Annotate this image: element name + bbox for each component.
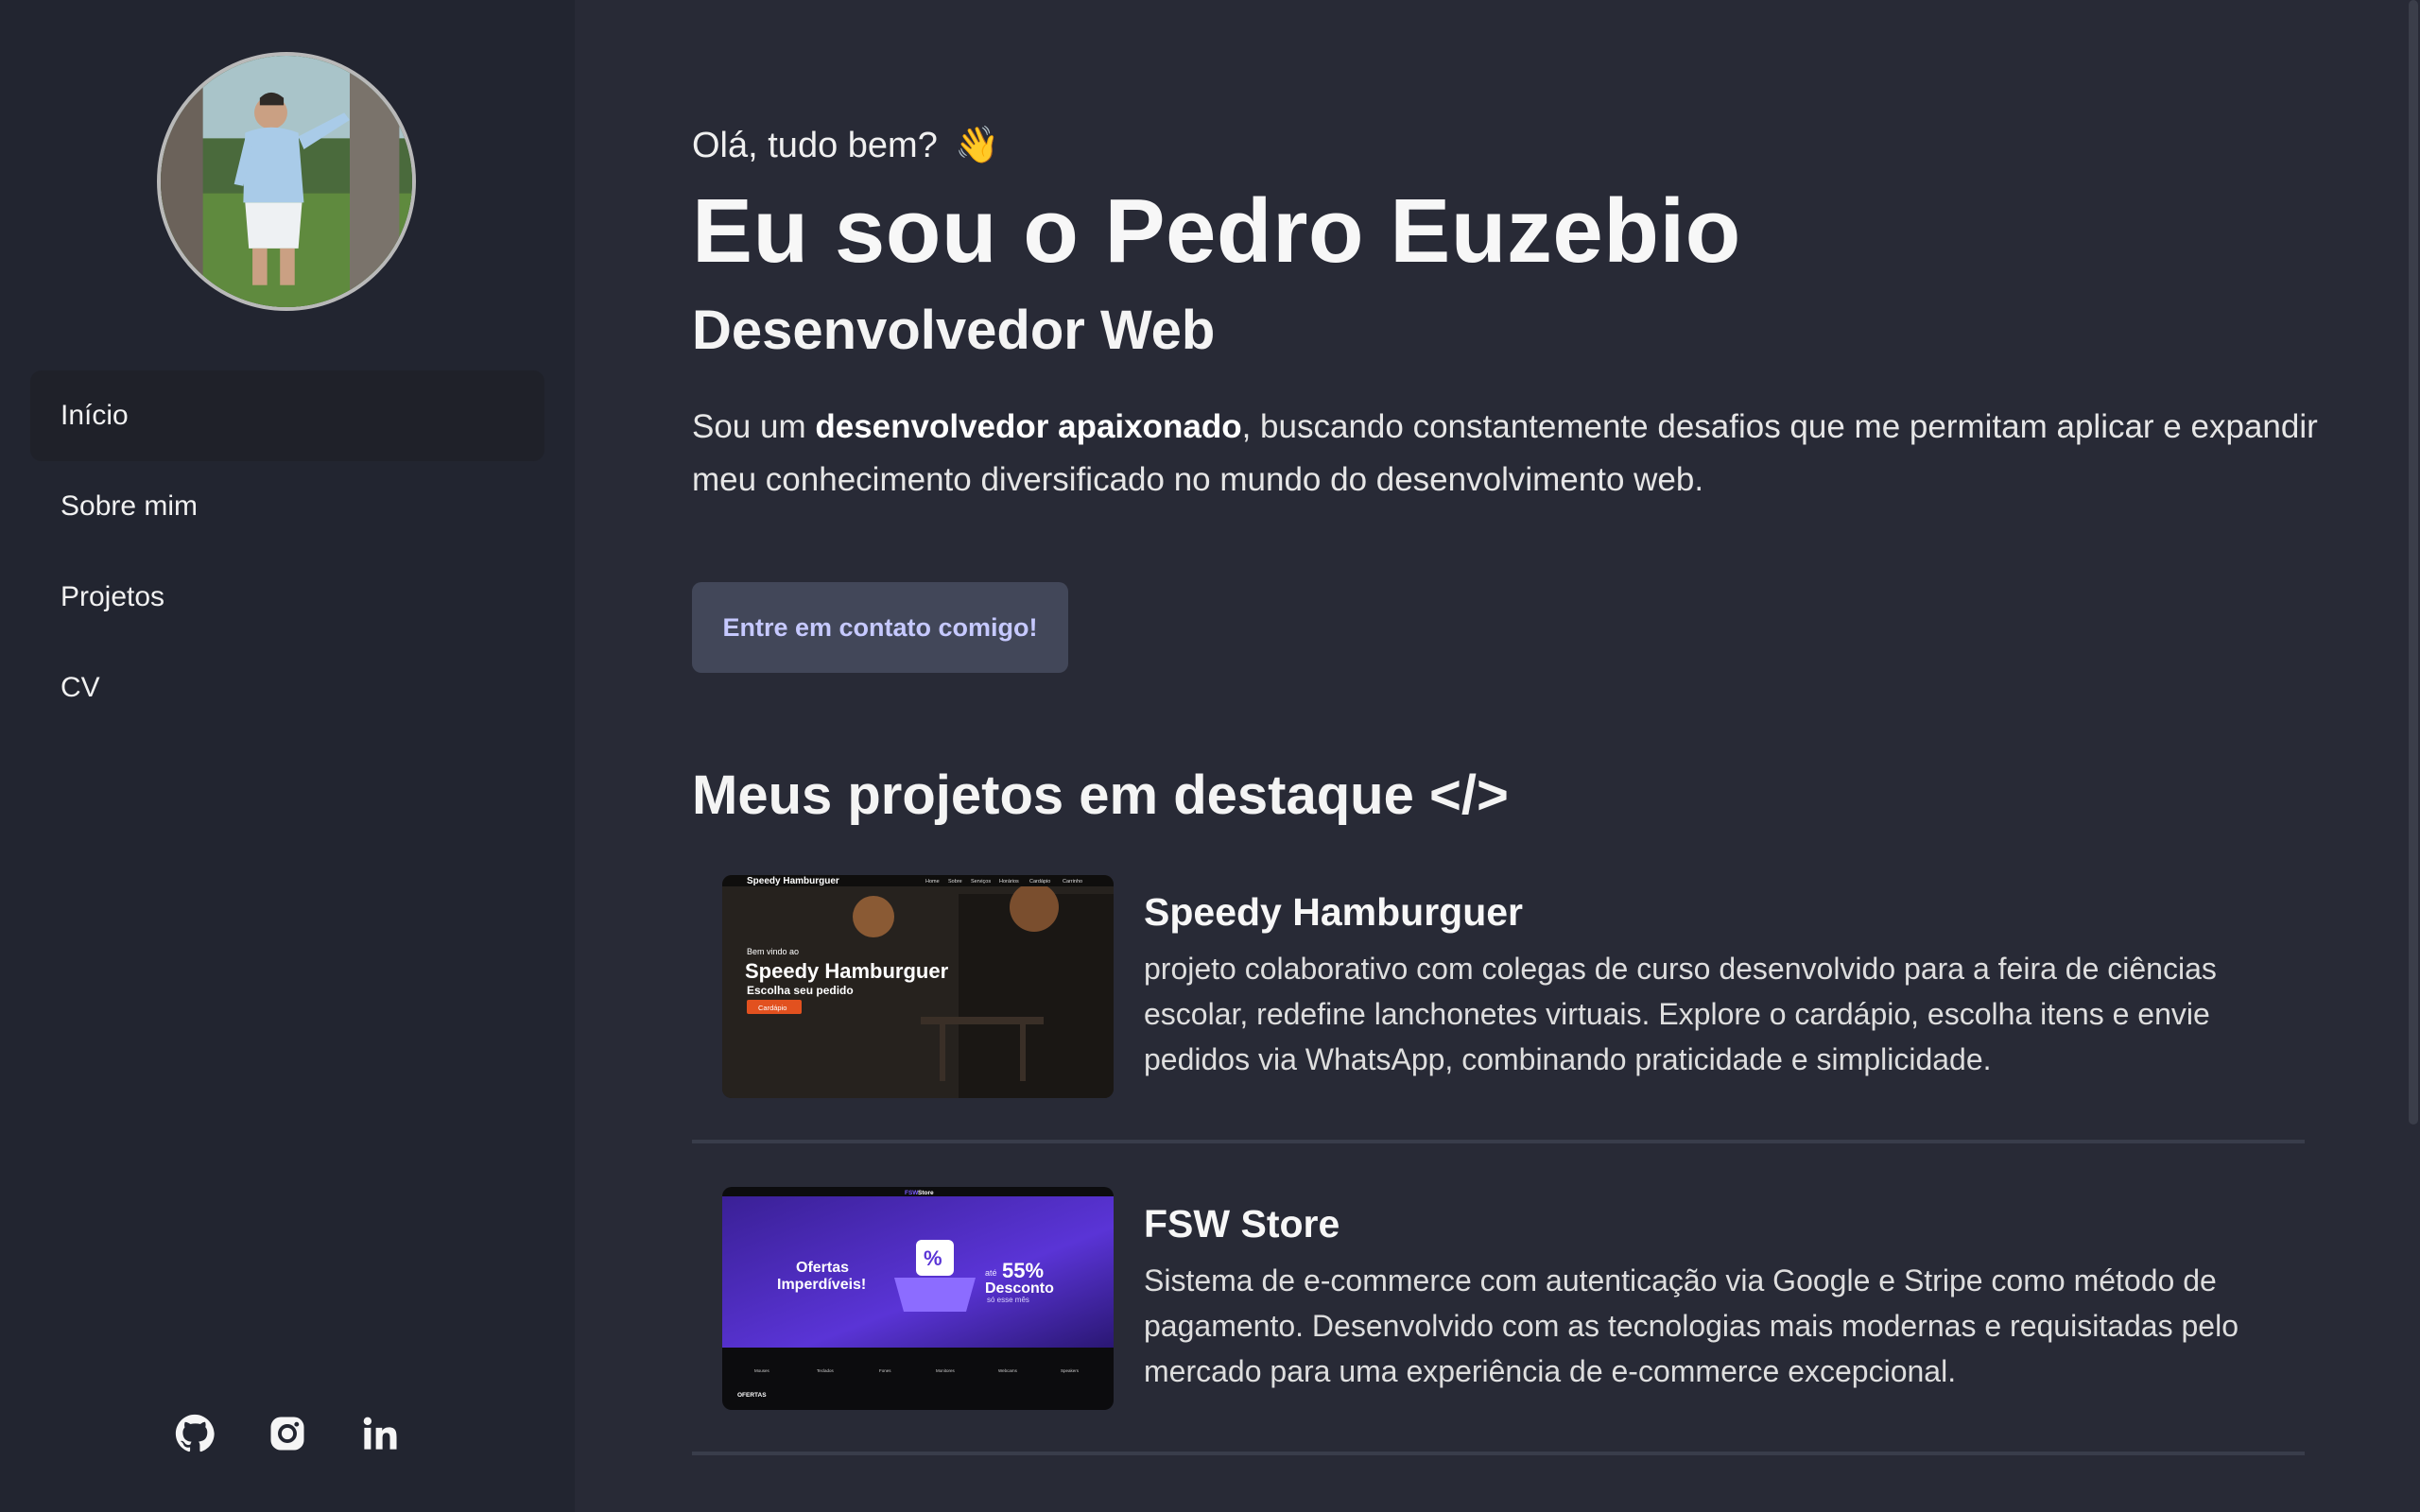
- sidebar-nav: Início Sobre mim Projetos CV: [30, 370, 544, 733]
- page: Início Sobre mim Projetos CV Olá, tudo b…: [0, 0, 2420, 1512]
- thumb-nav-item: Horários: [999, 879, 1019, 885]
- thumb-headline: Speedy Hamburguer: [745, 959, 949, 983]
- greeting-text: Olá, tudo bem?: [692, 126, 938, 165]
- sidebar: Início Sobre mim Projetos CV: [0, 0, 575, 1512]
- linkedin-icon[interactable]: [360, 1414, 400, 1453]
- page-subtitle: Desenvolvedor Web: [692, 300, 1216, 361]
- project-card-speedy-hamburguer[interactable]: Speedy Hamburguer Home Sobre Serviços Ho…: [692, 875, 2305, 1143]
- sidebar-item-label: CV: [60, 672, 100, 703]
- thumb-category: Monitores: [936, 1368, 956, 1373]
- main-content: Olá, tudo bem? 👋 Eu sou o Pedro Euzebio …: [575, 0, 2420, 1512]
- thumb-subline: Escolha seu pedido: [747, 984, 854, 997]
- intro-text: Sou um: [692, 408, 816, 445]
- sidebar-item-label: Sobre mim: [60, 490, 199, 522]
- svg-text:%: %: [924, 1246, 942, 1270]
- thumb-welcome: Bem vindo ao: [747, 947, 799, 956]
- sidebar-item-inicio[interactable]: Início: [30, 370, 544, 461]
- thumb-button: Cardápio: [758, 1004, 786, 1012]
- thumb-percent-prefix: até: [985, 1268, 997, 1278]
- thumb-category: Webcams: [998, 1368, 1018, 1373]
- thumb-discount: Desconto: [985, 1280, 1054, 1297]
- greeting: Olá, tudo bem? 👋: [692, 125, 1000, 166]
- project-description: Sistema de e-commerce com autenticação v…: [1144, 1263, 2238, 1388]
- project-title[interactable]: FSW Store: [1144, 1202, 2305, 1246]
- projects-list: Speedy Hamburguer Home Sobre Serviços Ho…: [692, 875, 2305, 1499]
- project-description: projeto colaborativo com colegas de curs…: [1144, 952, 2217, 1076]
- thumb-nav-item: Home: [925, 879, 940, 885]
- project-info: Speedy Hamburguer projeto colaborativo c…: [1144, 875, 2305, 1082]
- contact-button[interactable]: Entre em contato comigo!: [692, 582, 1068, 673]
- sidebar-item-projetos[interactable]: Projetos: [30, 552, 544, 643]
- thumb-category: Speakers: [1061, 1368, 1080, 1373]
- sidebar-item-cv[interactable]: CV: [30, 643, 544, 733]
- sidebar-item-label: Início: [60, 400, 129, 431]
- thumb-nav-item: Serviços: [971, 879, 991, 885]
- projects-section-title: Meus projetos em destaque </>: [692, 765, 1509, 826]
- thumb-section: OFERTAS: [737, 1392, 767, 1399]
- thumb-brand: FSW: [905, 1190, 919, 1196]
- thumb-category: Fones: [879, 1368, 891, 1373]
- social-links: [0, 1414, 575, 1453]
- fsw-store-screenshot: FSW Store Ofertas Imperdíveis! % até 55%…: [722, 1187, 1114, 1410]
- thumb-category: Mouses: [754, 1368, 770, 1373]
- thumb-nav-item: Sobre: [948, 879, 962, 885]
- scrollbar-thumb[interactable]: [2409, 0, 2418, 1125]
- thumb-offer: Imperdíveis!: [777, 1277, 866, 1293]
- project-card-fsw-store[interactable]: FSW Store Ofertas Imperdíveis! % até 55%…: [692, 1187, 2305, 1455]
- sidebar-item-label: Projetos: [60, 581, 165, 612]
- instagram-icon[interactable]: [268, 1414, 307, 1453]
- scrollbar-track[interactable]: [2407, 0, 2420, 1512]
- thumb-category: Teclados: [817, 1368, 835, 1373]
- github-icon[interactable]: [175, 1414, 215, 1453]
- project-thumbnail[interactable]: FSW Store Ofertas Imperdíveis! % até 55%…: [722, 1187, 1114, 1410]
- thumb-nav-item: Carrinho: [1063, 879, 1082, 885]
- thumb-period: só esse mês: [987, 1296, 1029, 1304]
- page-title: Eu sou o Pedro Euzebio: [692, 180, 1741, 282]
- project-info: FSW Store Sistema de e-commerce com aute…: [1144, 1187, 2305, 1394]
- thumb-percent: 55%: [1002, 1259, 1044, 1282]
- sidebar-item-sobre-mim[interactable]: Sobre mim: [30, 461, 544, 552]
- thumb-offer: Ofertas: [796, 1260, 849, 1276]
- intro-paragraph: Sou um desenvolvedor apaixonado, buscand…: [692, 401, 2337, 507]
- avatar-photo: [161, 56, 412, 307]
- avatar: [157, 52, 416, 311]
- thumb-nav-item: Cardápio: [1029, 879, 1050, 885]
- thumb-brand: Speedy Hamburguer: [747, 876, 839, 886]
- project-title[interactable]: Speedy Hamburguer: [1144, 890, 2305, 935]
- thumb-brand: Store: [918, 1190, 934, 1196]
- project-thumbnail[interactable]: Speedy Hamburguer Home Sobre Serviços Ho…: [722, 875, 1114, 1098]
- intro-highlight: desenvolvedor apaixonado: [815, 408, 1242, 445]
- speedy-hamburguer-screenshot: Speedy Hamburguer Home Sobre Serviços Ho…: [722, 875, 1114, 1098]
- waving-hand-icon: 👋: [955, 126, 1000, 165]
